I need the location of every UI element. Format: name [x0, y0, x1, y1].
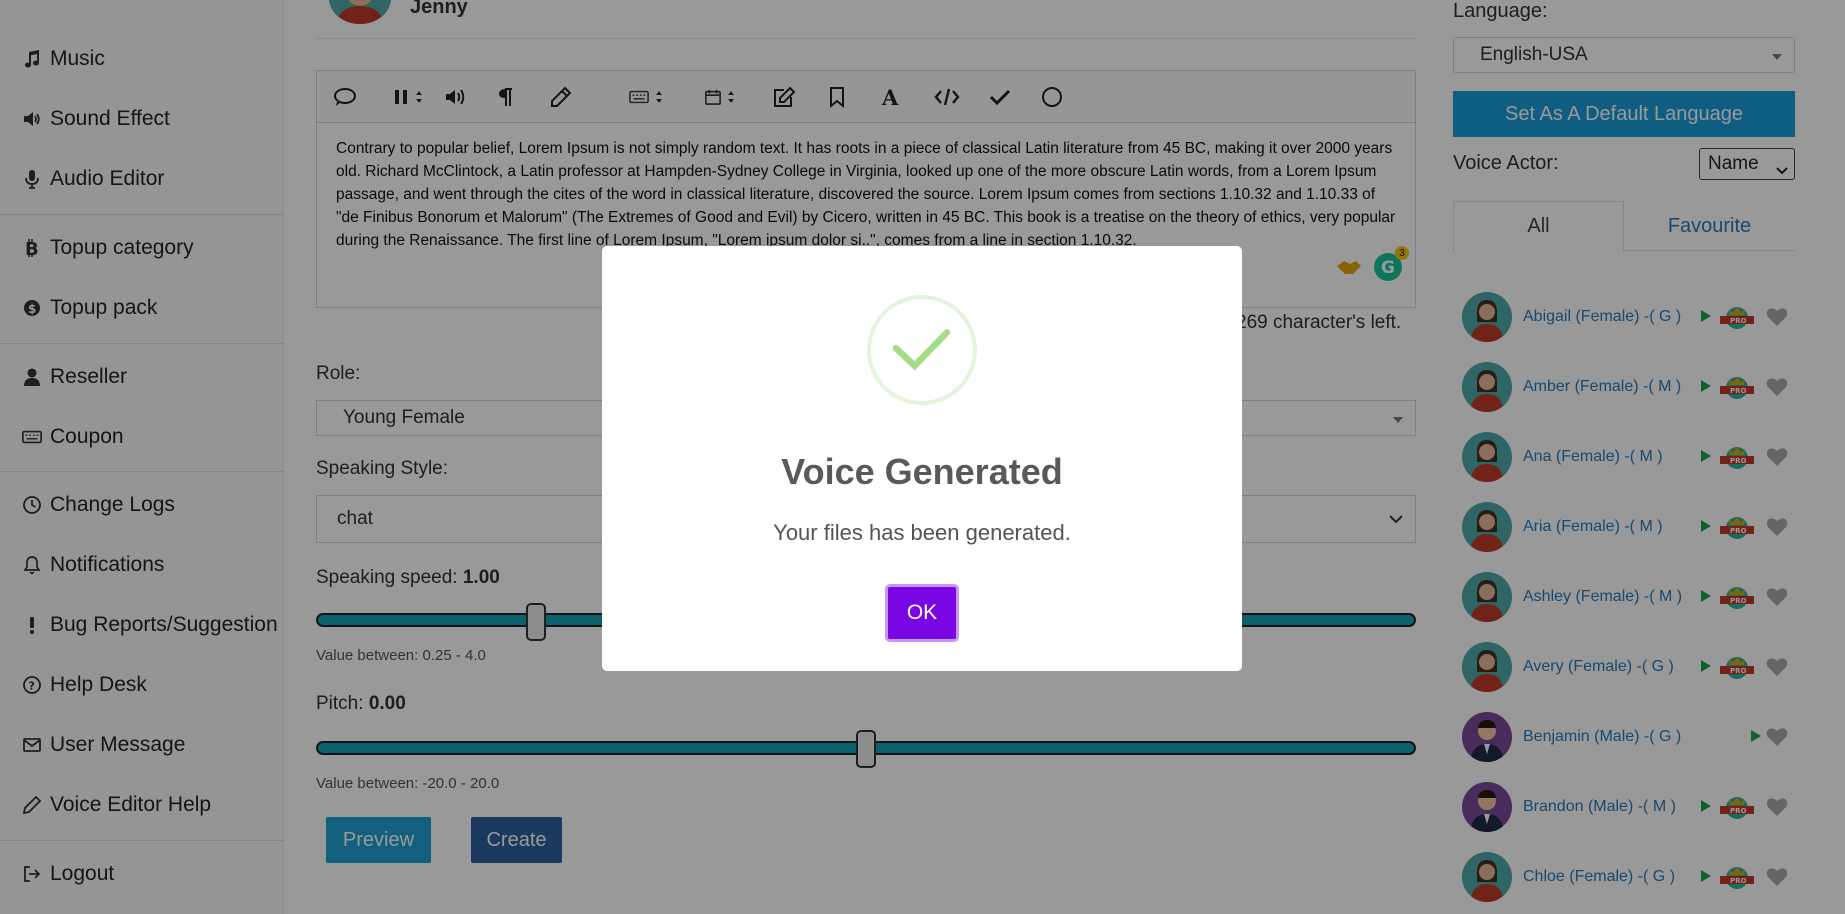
success-check-icon: [867, 295, 977, 405]
success-dialog: Voice Generated Your files has been gene…: [602, 246, 1242, 671]
ok-button[interactable]: OK: [885, 584, 959, 642]
dialog-message: Your files has been generated.: [773, 520, 1071, 545]
dialog-title: Voice Generated: [781, 451, 1063, 492]
